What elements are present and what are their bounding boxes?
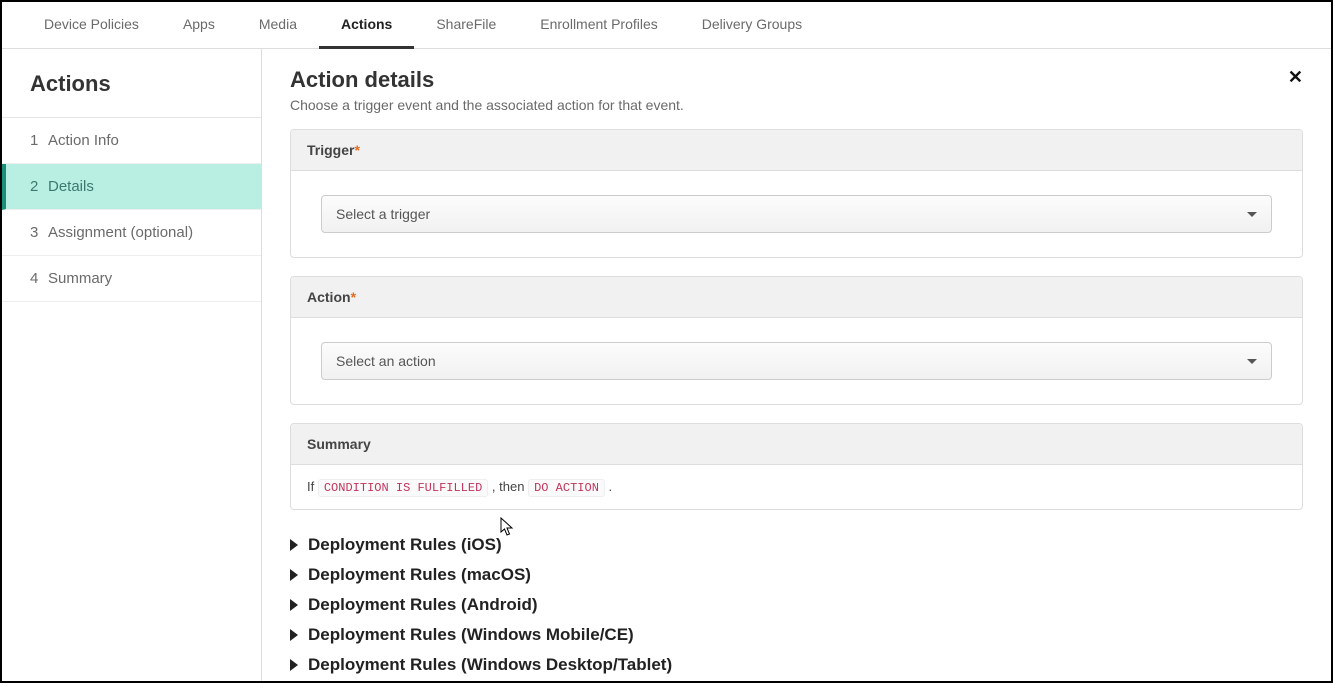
sidebar-title: Actions bbox=[2, 49, 261, 118]
rule-label: Deployment Rules (iOS) bbox=[308, 535, 502, 555]
sidebar: Actions 1Action Info2Details3Assignment … bbox=[2, 49, 262, 681]
deployment-rules-list: Deployment Rules (iOS) Deployment Rules (… bbox=[290, 530, 1303, 681]
action-header: Action* bbox=[291, 277, 1302, 318]
summary-condition-chip: CONDITION IS FULFILLED bbox=[318, 479, 488, 497]
top-tab-sharefile[interactable]: ShareFile bbox=[414, 2, 518, 48]
top-tab-apps[interactable]: Apps bbox=[161, 2, 237, 48]
rule-label: Deployment Rules (macOS) bbox=[308, 565, 531, 585]
step-assignment-optional-[interactable]: 3Assignment (optional) bbox=[2, 210, 261, 256]
deployment-rule-deployment-rules-windows-mobile-ce-[interactable]: Deployment Rules (Windows Mobile/CE) bbox=[290, 620, 1303, 650]
deployment-rule-deployment-rules-android-[interactable]: Deployment Rules (Android) bbox=[290, 590, 1303, 620]
top-tabs: Device PoliciesAppsMediaActionsShareFile… bbox=[2, 2, 1331, 49]
trigger-header: Trigger* bbox=[291, 130, 1302, 171]
summary-header: Summary bbox=[291, 424, 1302, 465]
trigger-select[interactable]: Select a trigger bbox=[321, 195, 1272, 233]
rule-label: Deployment Rules (Windows Mobile/CE) bbox=[308, 625, 634, 645]
deployment-rule-deployment-rules-macos-[interactable]: Deployment Rules (macOS) bbox=[290, 560, 1303, 590]
trigger-select-value: Select a trigger bbox=[336, 206, 430, 222]
step-number: 3 bbox=[30, 224, 48, 241]
summary-period: . bbox=[609, 479, 613, 494]
caret-down-icon bbox=[1247, 212, 1257, 217]
caret-right-icon bbox=[290, 629, 298, 641]
step-number: 4 bbox=[30, 270, 48, 287]
action-panel: Action* Select an action bbox=[290, 276, 1303, 405]
top-tab-delivery-groups[interactable]: Delivery Groups bbox=[680, 2, 824, 48]
step-action-info[interactable]: 1Action Info bbox=[2, 118, 261, 164]
step-label: Summary bbox=[48, 270, 112, 287]
top-tab-actions[interactable]: Actions bbox=[319, 2, 414, 49]
summary-action-chip: DO ACTION bbox=[528, 479, 605, 497]
summary-panel: Summary If CONDITION IS FULFILLED , then… bbox=[290, 423, 1303, 510]
required-asterisk: * bbox=[351, 289, 356, 305]
summary-if: If bbox=[307, 479, 314, 494]
top-tab-enrollment-profiles[interactable]: Enrollment Profiles bbox=[518, 2, 680, 48]
main-content: ✕ Action details Choose a trigger event … bbox=[262, 49, 1331, 681]
summary-body: If CONDITION IS FULFILLED , then DO ACTI… bbox=[291, 465, 1302, 509]
summary-then: , then bbox=[492, 479, 525, 494]
close-icon[interactable]: ✕ bbox=[1288, 67, 1303, 88]
caret-right-icon bbox=[290, 539, 298, 551]
caret-right-icon bbox=[290, 599, 298, 611]
step-summary[interactable]: 4Summary bbox=[2, 256, 261, 302]
action-header-text: Action bbox=[307, 289, 351, 305]
step-number: 2 bbox=[30, 178, 48, 195]
action-select-value: Select an action bbox=[336, 353, 436, 369]
top-tab-device-policies[interactable]: Device Policies bbox=[22, 2, 161, 48]
step-label: Assignment (optional) bbox=[48, 224, 193, 241]
caret-right-icon bbox=[290, 659, 298, 671]
deployment-rule-deployment-rules-ios-[interactable]: Deployment Rules (iOS) bbox=[290, 530, 1303, 560]
caret-down-icon bbox=[1247, 359, 1257, 364]
caret-right-icon bbox=[290, 569, 298, 581]
step-number: 1 bbox=[30, 132, 48, 149]
required-asterisk: * bbox=[354, 142, 359, 158]
action-select[interactable]: Select an action bbox=[321, 342, 1272, 380]
step-label: Details bbox=[48, 178, 94, 195]
trigger-header-text: Trigger bbox=[307, 142, 354, 158]
page-title: Action details bbox=[290, 67, 1303, 93]
rule-label: Deployment Rules (Android) bbox=[308, 595, 538, 615]
deployment-rule-deployment-rules-windows-phone-[interactable]: Deployment Rules (Windows Phone) bbox=[290, 680, 1303, 681]
top-tab-media[interactable]: Media bbox=[237, 2, 319, 48]
step-label: Action Info bbox=[48, 132, 119, 149]
step-details[interactable]: 2Details bbox=[2, 164, 261, 210]
page-subtitle: Choose a trigger event and the associate… bbox=[290, 97, 1303, 113]
rule-label: Deployment Rules (Windows Desktop/Tablet… bbox=[308, 655, 672, 675]
trigger-panel: Trigger* Select a trigger bbox=[290, 129, 1303, 258]
deployment-rule-deployment-rules-windows-desktop-tablet-[interactable]: Deployment Rules (Windows Desktop/Tablet… bbox=[290, 650, 1303, 680]
